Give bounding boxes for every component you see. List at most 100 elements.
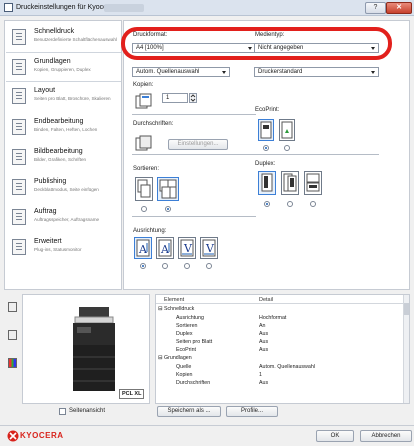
sidebar-item-sub: Auftragsspeicher, Auftragsname: [34, 217, 100, 222]
sidebar-item-label: Auftrag: [34, 208, 57, 215]
duplex-short-edge-option[interactable]: [304, 171, 322, 195]
sidebar-item-grundlagen[interactable]: Grundlagen Kopien, Gruppieren, Duplex: [6, 52, 121, 82]
abbrechen-button[interactable]: Abbrechen: [360, 430, 412, 442]
job-icon: [12, 209, 26, 225]
orientation-portrait-radio[interactable]: [140, 263, 146, 269]
publishing-icon: [12, 179, 26, 195]
sidebar-item-endbearbeitung[interactable]: Endbearbeitung Binden, Falten, Heften, L…: [6, 113, 121, 143]
ecoprint-label: EcoPrint:: [255, 107, 280, 113]
collate-off-option[interactable]: [135, 177, 153, 201]
sidebar-item-label: Endbearbeitung: [34, 118, 84, 125]
duplex-off-option[interactable]: [258, 171, 276, 195]
orientation-landscape-option[interactable]: V: [178, 237, 196, 259]
row-detail: 1: [259, 372, 262, 378]
printer-image-icon: [73, 307, 115, 391]
row-element: Sortieren: [176, 323, 198, 329]
chevron-down-icon: [371, 71, 375, 74]
orientation-landscape-rotated-radio[interactable]: [206, 263, 212, 269]
printer-view-icon[interactable]: [8, 302, 17, 312]
source-value: Autom. Quellenauswahl: [136, 69, 200, 75]
divider: [132, 216, 256, 217]
kopien-value: 1: [166, 95, 170, 101]
table-row: Duplex Aus: [156, 331, 404, 338]
orientation-portrait-rotated-option[interactable]: A: [156, 237, 174, 259]
row-detail: An: [259, 323, 266, 329]
ecoprint-on-radio[interactable]: [284, 145, 290, 151]
sidebar-item-sub: Binden, Falten, Heften, Lochen: [34, 127, 98, 132]
sidebar-item-sub: Benutzerdefinierte Schaltflächenauswahl: [34, 37, 117, 42]
table-row: Sortieren An: [156, 323, 404, 330]
help-button[interactable]: ?: [365, 2, 386, 14]
kopien-label: Kopien:: [133, 82, 154, 88]
kopien-stepper[interactable]: [189, 93, 197, 103]
orientation-portrait-rotated-radio[interactable]: [162, 263, 168, 269]
row-detail: Aus: [259, 331, 269, 337]
sidebar: Schnelldruck Benutzerdefinierte Schaltfl…: [4, 20, 122, 290]
speichern-als-button[interactable]: Speichern als ...: [157, 406, 221, 417]
sidebar-item-bildbearbeitung[interactable]: Bildbearbeitung Bilder, Grafiken, Schrif…: [6, 143, 121, 173]
orientation-landscape-radio[interactable]: [184, 263, 190, 269]
seitenansicht-checkbox[interactable]: [59, 408, 66, 415]
duplex-short-edge-radio[interactable]: [310, 201, 316, 207]
row-detail: Aus: [259, 347, 269, 353]
collate-on-radio[interactable]: [165, 206, 171, 212]
kopien-input[interactable]: 1: [162, 93, 188, 103]
row-element: Grundlagen: [164, 355, 192, 361]
carbon-copies-icon: [135, 135, 155, 151]
collate-off-radio[interactable]: [141, 206, 147, 212]
quick-print-icon: [12, 29, 26, 45]
divider: [132, 114, 256, 115]
duplex-long-edge-option[interactable]: [281, 171, 299, 195]
table-scrollbar[interactable]: [403, 295, 409, 403]
svg-text:V: V: [205, 242, 215, 255]
divider: [132, 154, 256, 155]
page-view-icon[interactable]: [8, 330, 17, 340]
row-detail: Hochformat: [259, 315, 287, 321]
sidebar-item-publishing[interactable]: Publishing Deckblattmodus, Seite einfüge…: [6, 173, 121, 203]
column-header-detail: Detail: [259, 297, 274, 303]
basics-icon: [12, 59, 26, 75]
orientation-landscape-rotated-option[interactable]: V: [200, 237, 218, 259]
color-view-icon[interactable]: [8, 358, 17, 368]
sidebar-item-sub: Deckblattmodus, Seite einfügen: [34, 187, 99, 192]
ecoprint-off-option[interactable]: [258, 119, 274, 141]
row-element: Duplex: [176, 331, 193, 337]
durchschriften-label: Durchschriften:: [133, 121, 174, 127]
row-element: Seiten pro Blatt: [176, 339, 213, 345]
sidebar-item-layout[interactable]: Layout Seiten pro Blatt, Broschüre, Skal…: [6, 82, 121, 112]
table-header: Element Detail: [156, 295, 404, 304]
ok-button[interactable]: OK: [316, 430, 354, 442]
table-row: Ausrichtung Hochformat: [156, 315, 404, 322]
sidebar-item-sub: Plug-ins, Statusmonitor: [34, 247, 82, 252]
expand-minus-icon[interactable]: ⊟: [158, 306, 162, 312]
printer-app-icon: [4, 3, 13, 12]
expand-minus-icon[interactable]: ⊟: [158, 355, 162, 361]
row-detail: Aus: [259, 380, 269, 386]
preview-tool-strip: [4, 294, 18, 404]
ecoprint-on-option[interactable]: [279, 119, 295, 141]
sidebar-item-erweitert[interactable]: Erweitert Plug-ins, Statusmonitor: [6, 233, 121, 263]
profile-button[interactable]: Profile...: [226, 406, 278, 417]
row-detail: Autom. Quellenauswahl: [259, 364, 315, 370]
einstellungen-button[interactable]: Einstellungen...: [168, 139, 228, 150]
sidebar-item-label: Bildbearbeitung: [34, 148, 83, 155]
table-row: Kopien 1: [156, 372, 404, 379]
footer-divider: [0, 425, 414, 426]
sidebar-item-sub: Bilder, Grafiken, Schriften: [34, 157, 87, 162]
scrollbar-thumb[interactable]: [404, 303, 409, 315]
source-select[interactable]: Autom. Quellenauswahl: [132, 67, 230, 77]
sidebar-item-label: Erweitert: [34, 238, 62, 245]
sidebar-item-sub: Seiten pro Blatt, Broschüre, Skalieren: [34, 96, 111, 101]
duplex-long-edge-radio[interactable]: [287, 201, 293, 207]
close-button[interactable]: ✕: [386, 2, 412, 14]
sidebar-item-auftrag[interactable]: Auftrag Auftragsspeicher, Auftragsname: [6, 203, 121, 233]
ecoprint-off-radio[interactable]: [263, 145, 269, 151]
sidebar-item-schnelldruck[interactable]: Schnelldruck Benutzerdefinierte Schaltfl…: [6, 23, 121, 53]
druckerstandard-select[interactable]: Druckerstandard: [254, 67, 379, 77]
orientation-portrait-option[interactable]: A: [134, 237, 152, 259]
collate-on-option[interactable]: [157, 177, 179, 201]
title-bar: Druckeinstellungen für Kyocera ? ✕: [0, 0, 414, 16]
duplex-label: Duplex:: [255, 161, 276, 167]
table-row: Durchschriften Aus: [156, 380, 404, 387]
duplex-off-radio[interactable]: [264, 201, 270, 207]
